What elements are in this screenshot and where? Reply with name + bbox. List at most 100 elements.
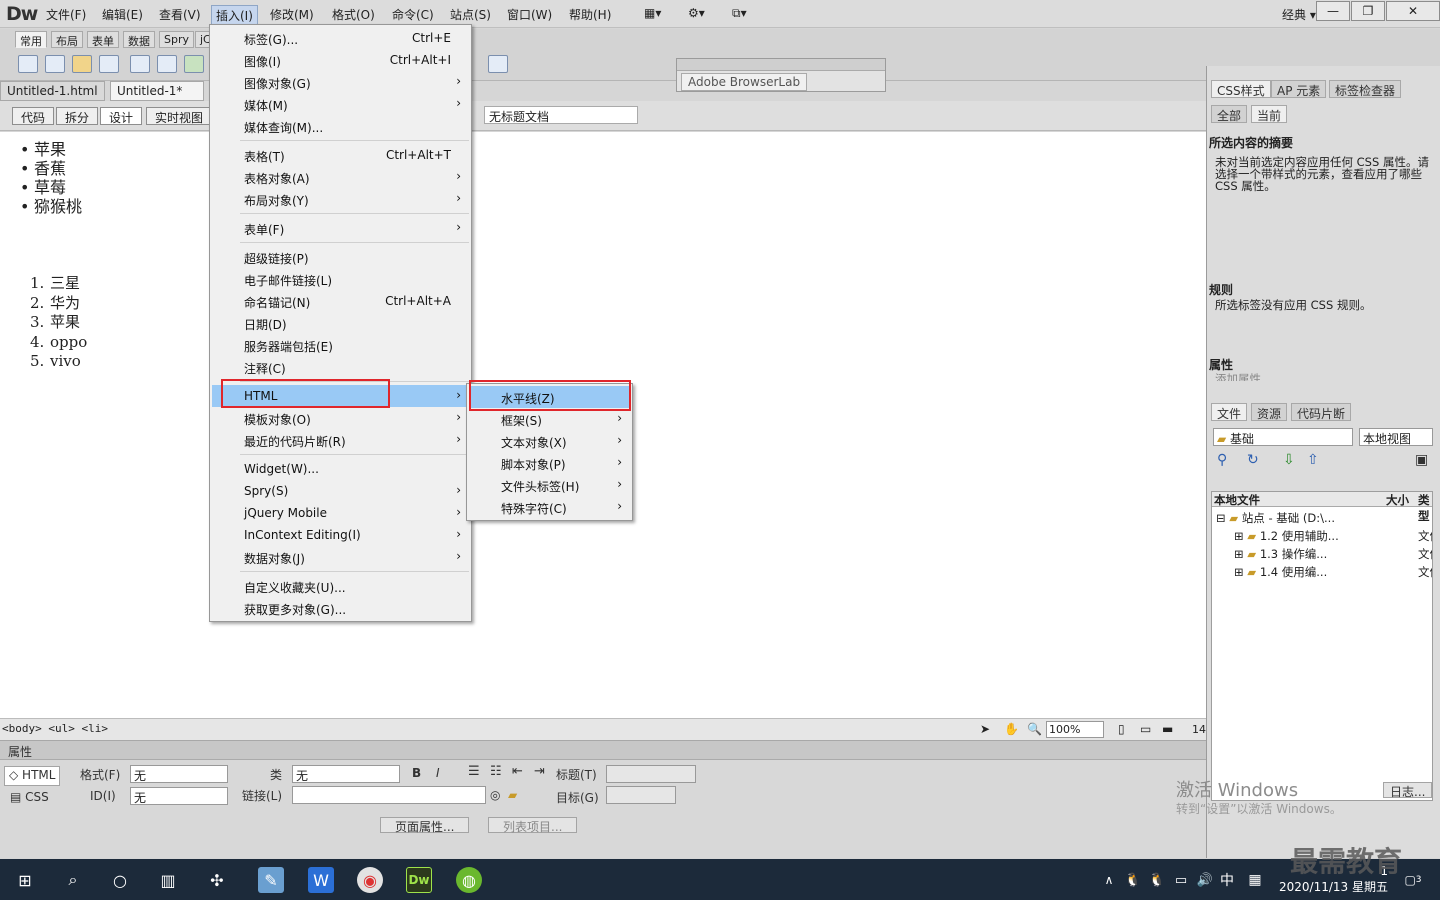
tab-tag-inspector[interactable]: 标签检查器 <box>1329 80 1402 98</box>
menu-file[interactable]: 文件(F) <box>42 5 90 24</box>
dreamweaver-app-icon[interactable]: Dw <box>406 867 432 893</box>
browserlab-tab[interactable]: Adobe BrowserLab <box>681 73 808 91</box>
menu-item-form[interactable]: 表单(F) › <box>212 217 469 239</box>
menu-item-template-objects[interactable]: 模板对象(O) › <box>212 407 469 429</box>
file-row[interactable]: ⊟ ▰ 站点 - 基础 (D:\... <box>1216 510 1335 526</box>
col-local-files[interactable]: 本地文件 <box>1214 492 1260 508</box>
insert-tab-forms[interactable]: 表单 <box>87 31 119 48</box>
qq-icon[interactable]: 🐧 <box>1120 867 1146 893</box>
minimize-icon[interactable]: — <box>1316 1 1350 21</box>
file-row[interactable]: ⊞ ▰ 1.3 操作编... <box>1234 546 1327 562</box>
menu-item-media-query[interactable]: 媒体查询(M)... <box>212 115 469 137</box>
properties-header[interactable]: 属性 <box>0 741 1206 760</box>
menu-item-table-objects[interactable]: 表格对象(A) › <box>212 166 469 188</box>
menu-item-script-objects[interactable]: 脚本对象(P) › <box>469 452 630 474</box>
list-item[interactable]: 2. 华为 <box>30 294 87 314</box>
html-mode-button[interactable]: ◇ HTML <box>4 766 61 786</box>
menu-window[interactable]: 窗口(W) <box>503 5 556 24</box>
menu-format[interactable]: 格式(O) <box>328 5 379 24</box>
menu-item-data-objects[interactable]: 数据对象(J) › <box>212 546 469 568</box>
ordered-list-icon[interactable]: ☷ <box>490 764 502 779</box>
file-row[interactable]: ⊞ ▰ 1.2 使用辅助... <box>1234 528 1339 544</box>
split-view-button[interactable]: 拆分 <box>56 107 99 125</box>
tab-assets[interactable]: 资源 <box>1251 403 1288 421</box>
search-icon[interactable]: ⌕ <box>60 867 86 893</box>
menu-item-get-more-objects[interactable]: 获取更多对象(G)... <box>212 597 469 619</box>
menu-site[interactable]: 站点(S) <box>446 5 495 24</box>
expand-icon[interactable]: ▣ <box>1415 452 1428 468</box>
list-item[interactable]: 草莓 <box>20 178 82 197</box>
menu-item-tag[interactable]: 标签(G)... Ctrl+E <box>212 27 469 49</box>
tab-snippets[interactable]: 代码片断 <box>1291 403 1352 421</box>
menu-item-layout-objects[interactable]: 布局对象(Y) › <box>212 188 469 210</box>
hyperlink-icon[interactable] <box>18 55 38 73</box>
connect-icon[interactable]: ⚲ <box>1217 452 1227 468</box>
tag-selector[interactable]: <body> <ul> <li> <box>2 722 108 735</box>
menu-edit[interactable]: 编辑(E) <box>98 5 147 24</box>
list-item[interactable]: 5. vivo <box>30 352 87 372</box>
cortana-icon[interactable]: ○ <box>107 867 133 893</box>
image-icon[interactable] <box>184 55 204 73</box>
menu-item-recent-snippets[interactable]: 最近的代码片断(R) › <box>212 429 469 451</box>
menu-item-named-anchor[interactable]: 命名锚记(N) Ctrl+Alt+A <box>212 290 469 312</box>
template-icon[interactable] <box>488 55 508 73</box>
windows-start-icon[interactable]: ⊞ <box>12 867 38 893</box>
menu-item-comment[interactable]: 注释(C) <box>212 356 469 378</box>
tab-current[interactable]: 当前 <box>1251 105 1288 123</box>
format-select[interactable]: 无 <box>130 765 228 783</box>
menu-item-media[interactable]: 媒体(M) › <box>212 93 469 115</box>
menu-item-jquery-mobile[interactable]: jQuery Mobile › <box>212 502 469 524</box>
menu-commands[interactable]: 命令(C) <box>388 5 438 24</box>
menu-item-head-tags[interactable]: 文件头标签(H) › <box>469 474 630 496</box>
insert-tab-data[interactable]: 数据 <box>123 31 155 48</box>
menu-item-text-objects[interactable]: 文本对象(X) › <box>469 430 630 452</box>
zoom-select[interactable]: 100% <box>1046 721 1104 738</box>
list-item[interactable]: 猕猴桃 <box>20 197 82 216</box>
browserlab-header[interactable] <box>677 59 885 71</box>
log-button[interactable]: 日志... <box>1383 782 1433 799</box>
menu-item-hyperlink[interactable]: 超级链接(P) <box>212 246 469 268</box>
list-item-button[interactable]: 列表项目... <box>488 817 578 834</box>
add-property-link[interactable]: 添加属性 <box>1215 373 1261 381</box>
layout-icon[interactable]: ▦▾ <box>640 5 665 21</box>
folder-icon[interactable]: ▰ <box>508 788 517 802</box>
menu-item-widget[interactable]: Widget(W)... <box>212 458 469 480</box>
tab-files[interactable]: 文件 <box>1211 403 1248 421</box>
get-files-icon[interactable]: ⇩ <box>1283 452 1295 468</box>
menu-insert[interactable]: 插入(I) <box>211 5 258 26</box>
code-view-button[interactable]: 代码 <box>12 107 55 125</box>
select-tool-icon[interactable]: ➤ <box>980 722 990 736</box>
menu-item-spry[interactable]: Spry(S) › <box>212 480 469 502</box>
site-select[interactable]: ▰ 基础 <box>1213 428 1353 446</box>
gear-icon[interactable]: ⚙▾ <box>684 5 709 21</box>
keyboard-grid-icon[interactable]: ▦ <box>1242 867 1268 893</box>
email-link-icon[interactable] <box>45 55 65 73</box>
menu-item-incontext-editing[interactable]: InContext Editing(I) › <box>212 524 469 546</box>
class-select[interactable]: 无 <box>292 765 400 783</box>
design-view-button[interactable]: 设计 <box>100 107 143 125</box>
menu-modify[interactable]: 修改(M) <box>266 5 318 24</box>
menu-item-table[interactable]: 表格(T) Ctrl+Alt+T <box>212 144 469 166</box>
menu-item-frames[interactable]: 框架(S) › <box>469 408 630 430</box>
tab-all[interactable]: 全部 <box>1211 105 1248 123</box>
file-row[interactable]: ⊞ ▰ 1.4 使用编... <box>1234 564 1327 580</box>
insert-tab-layout[interactable]: 布局 <box>51 31 83 48</box>
tray-chevron-icon[interactable]: ∧ <box>1096 867 1122 893</box>
tab-css-styles[interactable]: CSS样式 <box>1211 80 1271 98</box>
unordered-list-icon[interactable]: ☰ <box>468 764 480 779</box>
insert-tab-common[interactable]: 常用 <box>15 31 47 48</box>
link-input[interactable] <box>292 786 486 804</box>
menu-item-server-include[interactable]: 服务器端包括(E) <box>212 334 469 356</box>
watermelon-app-icon[interactable]: ◍ <box>456 867 482 893</box>
insert-tab-spry[interactable]: Spry <box>159 31 194 48</box>
col-size[interactable]: 大小 <box>1386 492 1409 508</box>
menu-help[interactable]: 帮助(H) <box>565 5 615 24</box>
outdent-icon[interactable]: ⇤ <box>512 764 523 779</box>
col-type[interactable]: 类型 <box>1418 492 1432 524</box>
doc-tab-1[interactable]: Untitled-1.html <box>0 81 105 101</box>
word-app-icon[interactable]: W <box>308 867 334 893</box>
bold-button[interactable]: B <box>412 766 421 780</box>
chrome-icon[interactable]: ◉ <box>357 867 383 893</box>
target-select[interactable] <box>606 786 676 804</box>
view-select[interactable]: 本地视图 <box>1359 428 1433 446</box>
